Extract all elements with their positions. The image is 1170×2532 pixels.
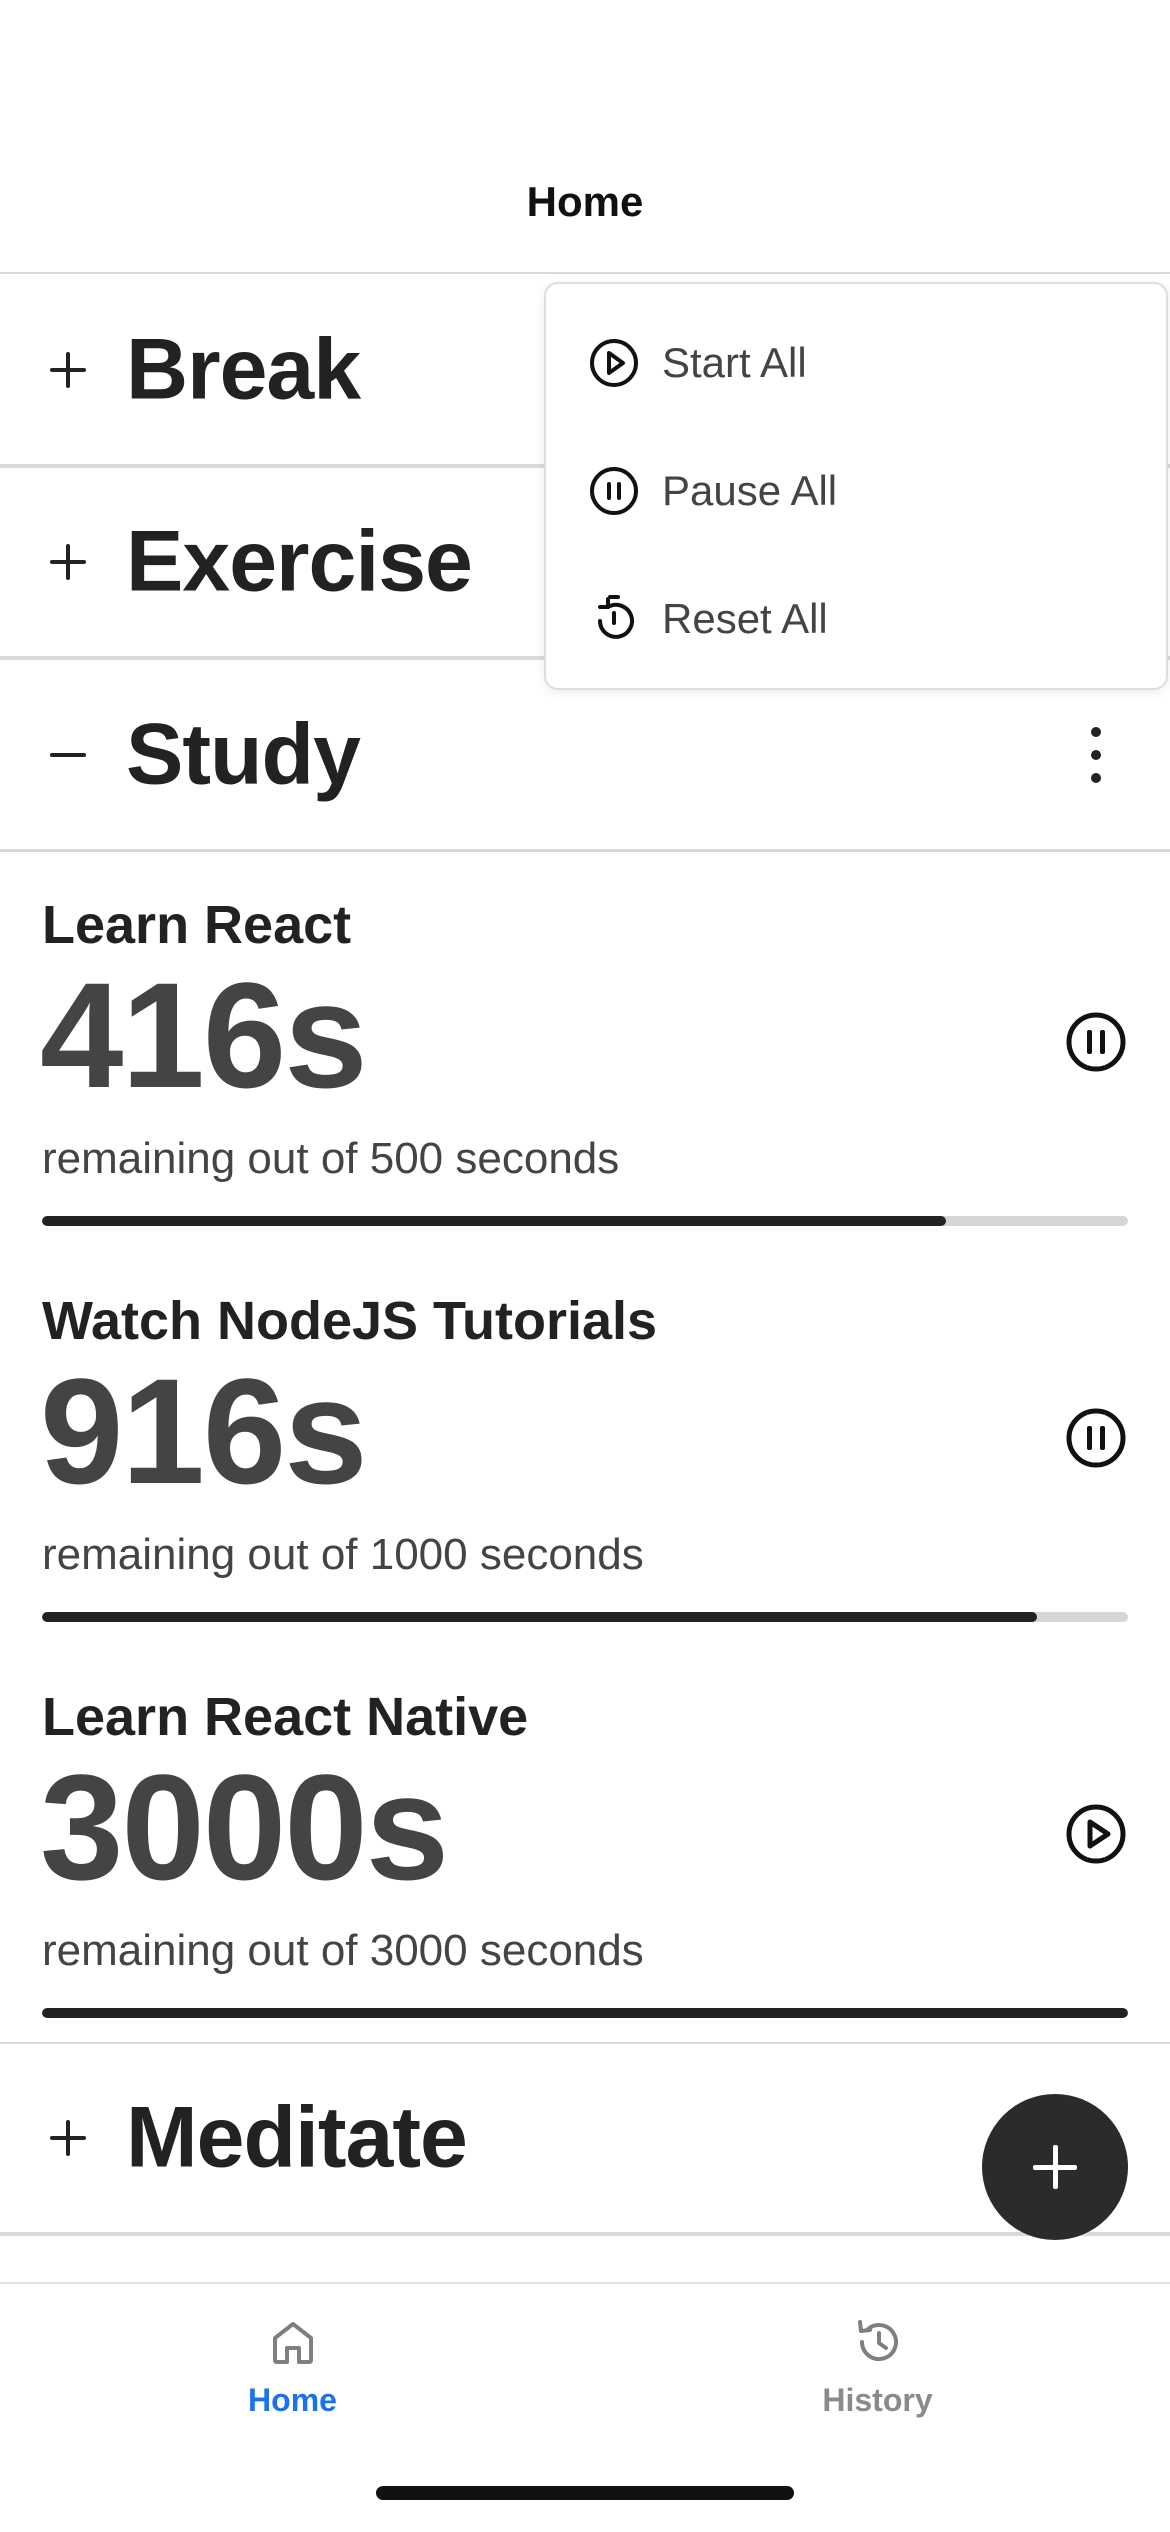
tab-home[interactable]: Home xyxy=(0,2284,585,2454)
pause-circle-icon xyxy=(588,465,640,517)
category-title: Meditate xyxy=(126,2089,468,2186)
app-header: Home xyxy=(0,0,1170,274)
expand-plus-icon[interactable] xyxy=(44,346,92,394)
timer-progress-bar xyxy=(42,2008,1128,2018)
play-circle-icon xyxy=(588,337,640,389)
tab-label: Home xyxy=(248,2382,337,2418)
timer-item: Learn React 416s remaining out of 500 se… xyxy=(0,858,1170,1254)
timer-subtitle: remaining out of 3000 seconds xyxy=(42,1926,644,1975)
timer-progress-fill xyxy=(42,2008,1128,2018)
collapse-minus-icon[interactable] xyxy=(44,731,92,779)
tab-label: History xyxy=(822,2382,933,2418)
bulk-actions-menu: Start All Pause All Reset All xyxy=(544,282,1168,690)
timer-progress-bar xyxy=(42,1612,1128,1622)
expand-plus-icon[interactable] xyxy=(44,2114,92,2162)
timer-item: Watch NodeJS Tutorials 916s remaining ou… xyxy=(0,1254,1170,1650)
timer-name: Watch NodeJS Tutorials xyxy=(42,1291,658,1351)
history-icon xyxy=(848,2312,908,2372)
timer-remaining: 3000s xyxy=(40,1743,449,1911)
timer-remaining: 416s xyxy=(40,951,368,1119)
timer-subtitle: remaining out of 1000 seconds xyxy=(42,1530,644,1579)
menu-item-start-all[interactable]: Start All xyxy=(546,308,1166,418)
pause-icon[interactable] xyxy=(1064,1010,1128,1074)
category-title: Exercise xyxy=(126,513,473,610)
timer-item: Learn React Native 3000s remaining out o… xyxy=(0,1650,1170,2046)
timer-name: Learn React Native xyxy=(42,1687,529,1747)
menu-item-label: Reset All xyxy=(662,595,828,642)
home-indicator xyxy=(376,2486,794,2500)
expand-plus-icon[interactable] xyxy=(44,538,92,586)
menu-item-label: Start All xyxy=(662,339,807,386)
play-icon[interactable] xyxy=(1064,1802,1128,1866)
timer-subtitle: remaining out of 500 seconds xyxy=(42,1134,620,1183)
category-title: Break xyxy=(126,321,361,418)
more-options-icon[interactable] xyxy=(1078,725,1114,785)
pause-icon[interactable] xyxy=(1064,1406,1128,1470)
reset-timer-icon xyxy=(588,593,640,645)
menu-item-pause-all[interactable]: Pause All xyxy=(546,436,1166,546)
timer-name: Learn React xyxy=(42,895,352,955)
home-icon xyxy=(263,2312,323,2372)
timer-progress-fill xyxy=(42,1612,1037,1622)
menu-item-reset-all[interactable]: Reset All xyxy=(546,564,1166,674)
category-title: Study xyxy=(126,706,361,802)
tab-history[interactable]: History xyxy=(585,2284,1170,2454)
timer-progress-fill xyxy=(42,1216,946,1226)
timer-remaining: 916s xyxy=(40,1347,368,1515)
timer-progress-bar xyxy=(42,1216,1128,1226)
page-title: Home xyxy=(526,178,644,225)
add-timer-button[interactable] xyxy=(982,2094,1128,2240)
menu-item-label: Pause All xyxy=(662,467,838,514)
